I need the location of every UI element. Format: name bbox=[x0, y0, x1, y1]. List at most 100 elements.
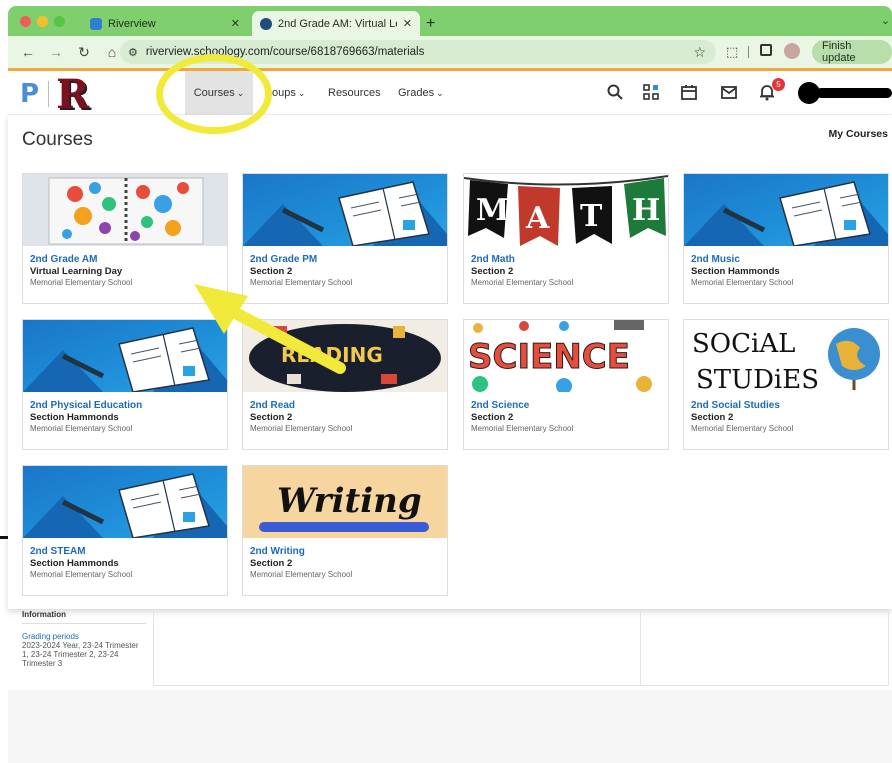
course-thumbnail-book bbox=[23, 466, 227, 538]
course-thumbnail-reading: READING bbox=[243, 320, 447, 392]
extensions-icon[interactable]: ⬚ bbox=[726, 44, 738, 60]
riverview-r-logo[interactable]: R bbox=[56, 71, 89, 118]
course-name[interactable]: 2nd Read bbox=[250, 400, 295, 411]
math-banner-letter: H bbox=[632, 193, 660, 228]
course-school: Memorial Elementary School bbox=[471, 424, 574, 433]
science-image-text: SCIENCE bbox=[468, 337, 630, 377]
right-column-box bbox=[641, 610, 889, 686]
social-studies-image-text: SOCiAL bbox=[692, 329, 795, 359]
logo-divider bbox=[48, 81, 49, 107]
minimize-window-button[interactable] bbox=[37, 16, 48, 27]
course-school: Memorial Elementary School bbox=[250, 570, 353, 579]
course-name[interactable]: 2nd Grade PM bbox=[250, 254, 317, 265]
finish-update-label: Finish update bbox=[822, 40, 856, 64]
nav-groups-label: oups bbox=[272, 87, 296, 99]
close-tab-icon[interactable]: ✕ bbox=[403, 17, 412, 30]
tab-2nd-grade-am[interactable]: 2nd Grade AM: Virtual Learni ✕ bbox=[252, 11, 420, 36]
writing-image-text: Writing bbox=[277, 481, 422, 521]
course-thumbnail-writing: Writing bbox=[243, 466, 447, 538]
course-thumbnail-book bbox=[23, 320, 227, 392]
course-card-2nd-physical-education[interactable]: 2nd Physical Education Section Hammonds … bbox=[22, 319, 228, 450]
course-thumbnail-book bbox=[243, 174, 447, 246]
math-banner-letter: M bbox=[476, 193, 509, 228]
course-section: Section 2 bbox=[691, 412, 734, 423]
info-heading: Information bbox=[22, 610, 146, 624]
course-name[interactable]: 2nd Music bbox=[691, 254, 740, 265]
course-school: Memorial Elementary School bbox=[30, 424, 133, 433]
course-card-2nd-science[interactable]: SCIENCE 2nd Science Section 2 Memorial E… bbox=[463, 319, 669, 450]
course-card-2nd-steam[interactable]: 2nd STEAM Section Hammonds Memorial Elem… bbox=[22, 465, 228, 596]
reload-icon[interactable]: ↻ bbox=[76, 44, 92, 61]
edge-mark bbox=[0, 536, 8, 539]
course-card-2nd-music[interactable]: 2nd Music Section Hammonds Memorial Elem… bbox=[683, 173, 889, 304]
course-card-2nd-grade-pm[interactable]: 2nd Grade PM Section 2 Memorial Elementa… bbox=[242, 173, 448, 304]
powerschool-logo[interactable]: P bbox=[20, 79, 39, 109]
course-thumbnail-science: SCIENCE bbox=[464, 320, 668, 392]
apps-grid-icon[interactable] bbox=[642, 83, 660, 101]
main-content-box bbox=[153, 610, 641, 686]
maximize-window-button[interactable] bbox=[54, 16, 65, 27]
my-courses-link[interactable]: My Courses bbox=[828, 128, 888, 140]
course-school: Memorial Elementary School bbox=[250, 278, 353, 287]
course-name[interactable]: 2nd Math bbox=[471, 254, 515, 265]
nav-groups[interactable]: oups ⌄ bbox=[272, 71, 305, 115]
course-name[interactable]: 2nd Grade AM bbox=[30, 254, 97, 265]
chevron-down-icon: ⌄ bbox=[297, 87, 306, 98]
notification-count-badge: 5 bbox=[772, 78, 785, 91]
grading-periods-value: 2023-2024 Year, 23-24 Trimester 1, 23-24… bbox=[22, 641, 139, 668]
side-panel-icon[interactable] bbox=[760, 44, 772, 56]
toolbar-divider bbox=[748, 46, 749, 58]
browser-tab-bar: Riverview ✕ 2nd Grade AM: Virtual Learni… bbox=[8, 6, 892, 36]
messages-icon[interactable] bbox=[720, 83, 738, 101]
course-thumbnail-math-banner: M A T H bbox=[464, 174, 668, 246]
course-card-2nd-read[interactable]: READING 2nd Read Section 2 Memorial Elem… bbox=[242, 319, 448, 450]
panel-title: Courses bbox=[22, 129, 93, 150]
course-section: Section 2 bbox=[471, 412, 514, 423]
site-settings-icon[interactable]: ⚙ bbox=[128, 46, 138, 59]
course-card-2nd-grade-am[interactable]: 2nd Grade AM Virtual Learning Day Memori… bbox=[22, 173, 228, 304]
back-icon[interactable]: ← bbox=[20, 44, 36, 60]
new-tab-button[interactable]: + bbox=[426, 15, 435, 33]
course-card-2nd-writing[interactable]: Writing 2nd Writing Section 2 Memorial E… bbox=[242, 465, 448, 596]
course-thumbnail-book bbox=[684, 174, 888, 246]
course-section: Section Hammonds bbox=[691, 266, 780, 277]
course-card-2nd-social-studies[interactable]: SOCiAL STUDiES 2nd Social Studies Sectio… bbox=[683, 319, 889, 450]
schoology-icon bbox=[260, 17, 272, 30]
search-icon[interactable] bbox=[606, 83, 624, 101]
course-card-2nd-math[interactable]: M A T H 2nd Math Section 2 Memorial Elem… bbox=[463, 173, 669, 304]
tab-title: Riverview bbox=[108, 17, 156, 30]
course-name[interactable]: 2nd Science bbox=[471, 400, 529, 411]
google-sites-icon bbox=[90, 17, 102, 30]
close-tab-icon[interactable]: ✕ bbox=[231, 17, 240, 30]
finish-update-button[interactable]: Finish update bbox=[812, 40, 892, 64]
tab-title: 2nd Grade AM: Virtual Learni bbox=[278, 17, 397, 30]
tab-search-icon[interactable]: ⌄ bbox=[881, 14, 890, 27]
course-section: Section 2 bbox=[471, 266, 514, 277]
reading-image-text: READING bbox=[281, 343, 383, 367]
calendar-icon[interactable] bbox=[680, 83, 698, 101]
social-studies-image-text: STUDiES bbox=[696, 365, 819, 392]
nav-grades[interactable]: Grades ⌄ bbox=[398, 71, 444, 115]
bookmark-star-icon[interactable]: ☆ bbox=[693, 44, 706, 61]
home-icon[interactable]: ⌂ bbox=[104, 44, 120, 60]
course-section: Section 2 bbox=[250, 558, 293, 569]
schoology-header: P R Courses ⌄ oups ⌄ Resources Grades ⌄ … bbox=[8, 71, 892, 118]
course-name[interactable]: 2nd Writing bbox=[250, 546, 305, 557]
profile-avatar[interactable] bbox=[784, 43, 800, 59]
course-name[interactable]: 2nd STEAM bbox=[30, 546, 86, 557]
forward-icon[interactable]: → bbox=[48, 44, 64, 60]
math-banner-letter: A bbox=[525, 201, 550, 236]
course-school: Memorial Elementary School bbox=[250, 424, 353, 433]
course-school: Memorial Elementary School bbox=[691, 424, 794, 433]
tab-riverview[interactable]: Riverview ✕ bbox=[82, 11, 248, 36]
url-text: riverview.schoology.com/course/681876966… bbox=[145, 46, 425, 58]
highlight-circle-annotation bbox=[156, 54, 272, 134]
course-name[interactable]: 2nd Social Studies bbox=[691, 400, 780, 411]
grading-periods-label: Grading periods bbox=[22, 632, 79, 641]
course-name[interactable]: 2nd Physical Education bbox=[30, 400, 142, 411]
course-section: Section 2 bbox=[250, 266, 293, 277]
nav-resources[interactable]: Resources bbox=[328, 71, 381, 115]
redacted-username[interactable] bbox=[816, 88, 892, 98]
course-school: Memorial Elementary School bbox=[30, 278, 133, 287]
close-window-button[interactable] bbox=[20, 16, 31, 27]
